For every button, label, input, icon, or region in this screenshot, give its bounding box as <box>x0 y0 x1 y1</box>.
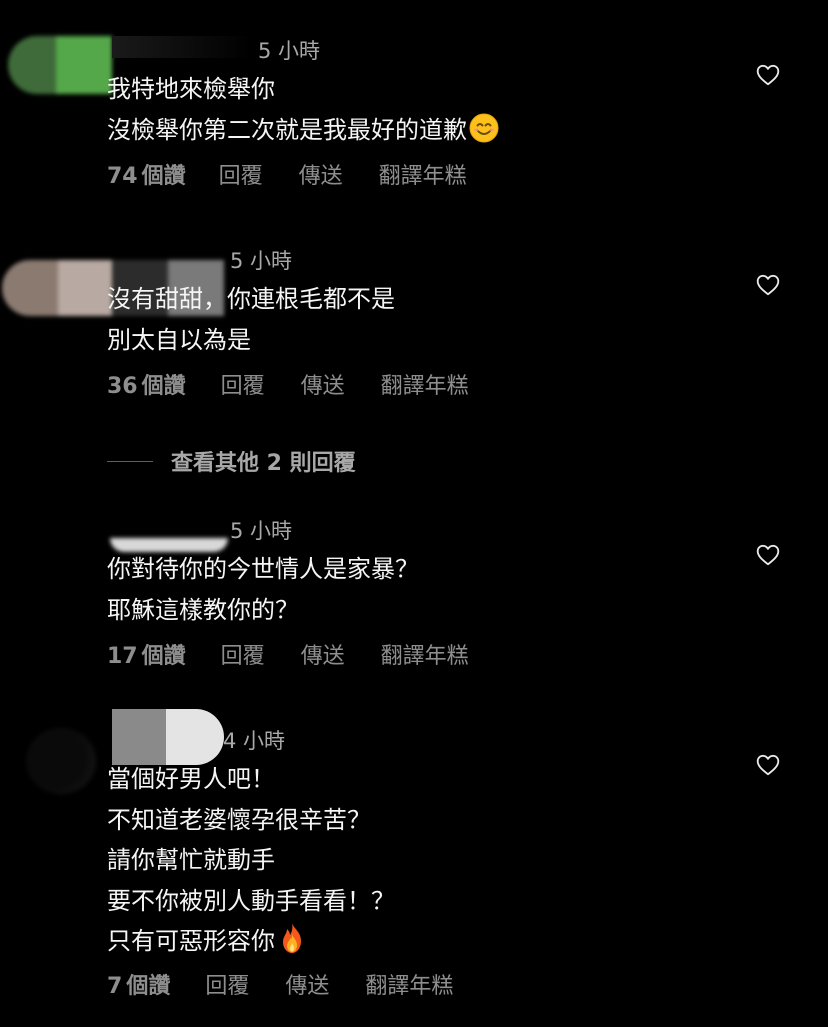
comment-body: 我特地來檢舉你 沒檢舉你第二次就是我最好的道歉 <box>107 69 499 155</box>
comment-timestamp: 5 小時 <box>230 519 293 543</box>
comment-body: 當個好男人吧！ 不知道老婆懷孕很辛苦？ 請你幫忙就動手 要不你被別人動手看看！？… <box>107 759 395 967</box>
reply-button[interactable]: 回覆 <box>221 373 265 401</box>
likes-count[interactable]: 74 個讚 <box>107 163 186 191</box>
avatar[interactable] <box>8 36 112 94</box>
comment-body: 沒有甜甜，你連根毛都不是 別太自以為是 <box>107 279 395 360</box>
view-more-replies-label: 查看其他 2 則回覆 <box>171 451 356 476</box>
comment-line: 只有可惡形容你 <box>107 927 275 955</box>
reply-button[interactable]: 回覆 <box>205 973 249 1001</box>
smiling-face-emoji <box>469 113 499 156</box>
reply-button[interactable]: 回覆 <box>219 163 263 191</box>
divider <box>107 460 153 462</box>
comment-line: 我特地來檢舉你 <box>107 75 275 103</box>
translate-button[interactable]: 翻譯年糕 <box>381 643 469 671</box>
likes-count[interactable]: 7 個讚 <box>107 973 170 1001</box>
comment-actions: 17 個讚 回覆 傳送 翻譯年糕 <box>107 643 469 671</box>
send-button[interactable]: 傳送 <box>299 163 343 191</box>
comment-timestamp: 4 小時 <box>223 729 286 753</box>
heart-outline-icon[interactable] <box>755 272 781 298</box>
comment-actions: 7 個讚 回覆 傳送 翻譯年糕 <box>107 973 453 1001</box>
comment-line: 沒有甜甜，你連根毛都不是 <box>107 285 395 313</box>
translate-button[interactable]: 翻譯年糕 <box>381 373 469 401</box>
username-redacted[interactable] <box>112 709 224 765</box>
comment-line-with-emoji: 只有可惡形容你 <box>107 921 395 967</box>
comment-line: 當個好男人吧！ <box>107 765 275 793</box>
likes-count[interactable]: 17 個讚 <box>107 643 186 671</box>
comment-line: 別太自以為是 <box>107 325 251 354</box>
fire-emoji <box>277 922 307 967</box>
send-button[interactable]: 傳送 <box>301 643 345 671</box>
comment-actions: 36 個讚 回覆 傳送 翻譯年糕 <box>107 373 469 401</box>
heart-outline-icon[interactable] <box>755 542 781 568</box>
comment-body: 你對待你的今世情人是家暴？ 耶穌這樣教你的？ <box>107 549 419 630</box>
comment-line: 請你幫忙就動手 <box>107 846 275 874</box>
translate-button[interactable]: 翻譯年糕 <box>365 973 453 1001</box>
heart-outline-icon[interactable] <box>755 752 781 778</box>
comment-line: 耶穌這樣教你的？ <box>107 595 299 624</box>
comment-actions: 74 個讚 回覆 傳送 翻譯年糕 <box>107 163 467 191</box>
comment-line: 不知道老婆懷孕很辛苦？ <box>107 805 371 834</box>
comment-line: 你對待你的今世情人是家暴？ <box>107 555 419 583</box>
comment-line-with-emoji: 沒檢舉你第二次就是我最好的道歉 <box>107 110 499 156</box>
comment-timestamp: 5 小時 <box>230 249 293 273</box>
heart-outline-icon[interactable] <box>755 62 781 88</box>
comment-line: 沒檢舉你第二次就是我最好的道歉 <box>107 115 467 144</box>
likes-count[interactable]: 36 個讚 <box>107 373 186 401</box>
comment-line: 要不你被別人動手看看！？ <box>107 886 395 915</box>
send-button[interactable]: 傳送 <box>285 973 329 1001</box>
reply-button[interactable]: 回覆 <box>221 643 265 671</box>
username-redacted[interactable] <box>112 36 252 58</box>
comment-timestamp: 5 小時 <box>258 39 321 63</box>
send-button[interactable]: 傳送 <box>301 373 345 401</box>
avatar[interactable] <box>26 728 96 794</box>
view-more-replies-button[interactable]: 查看其他 2 則回覆 <box>107 445 356 477</box>
translate-button[interactable]: 翻譯年糕 <box>379 163 467 191</box>
